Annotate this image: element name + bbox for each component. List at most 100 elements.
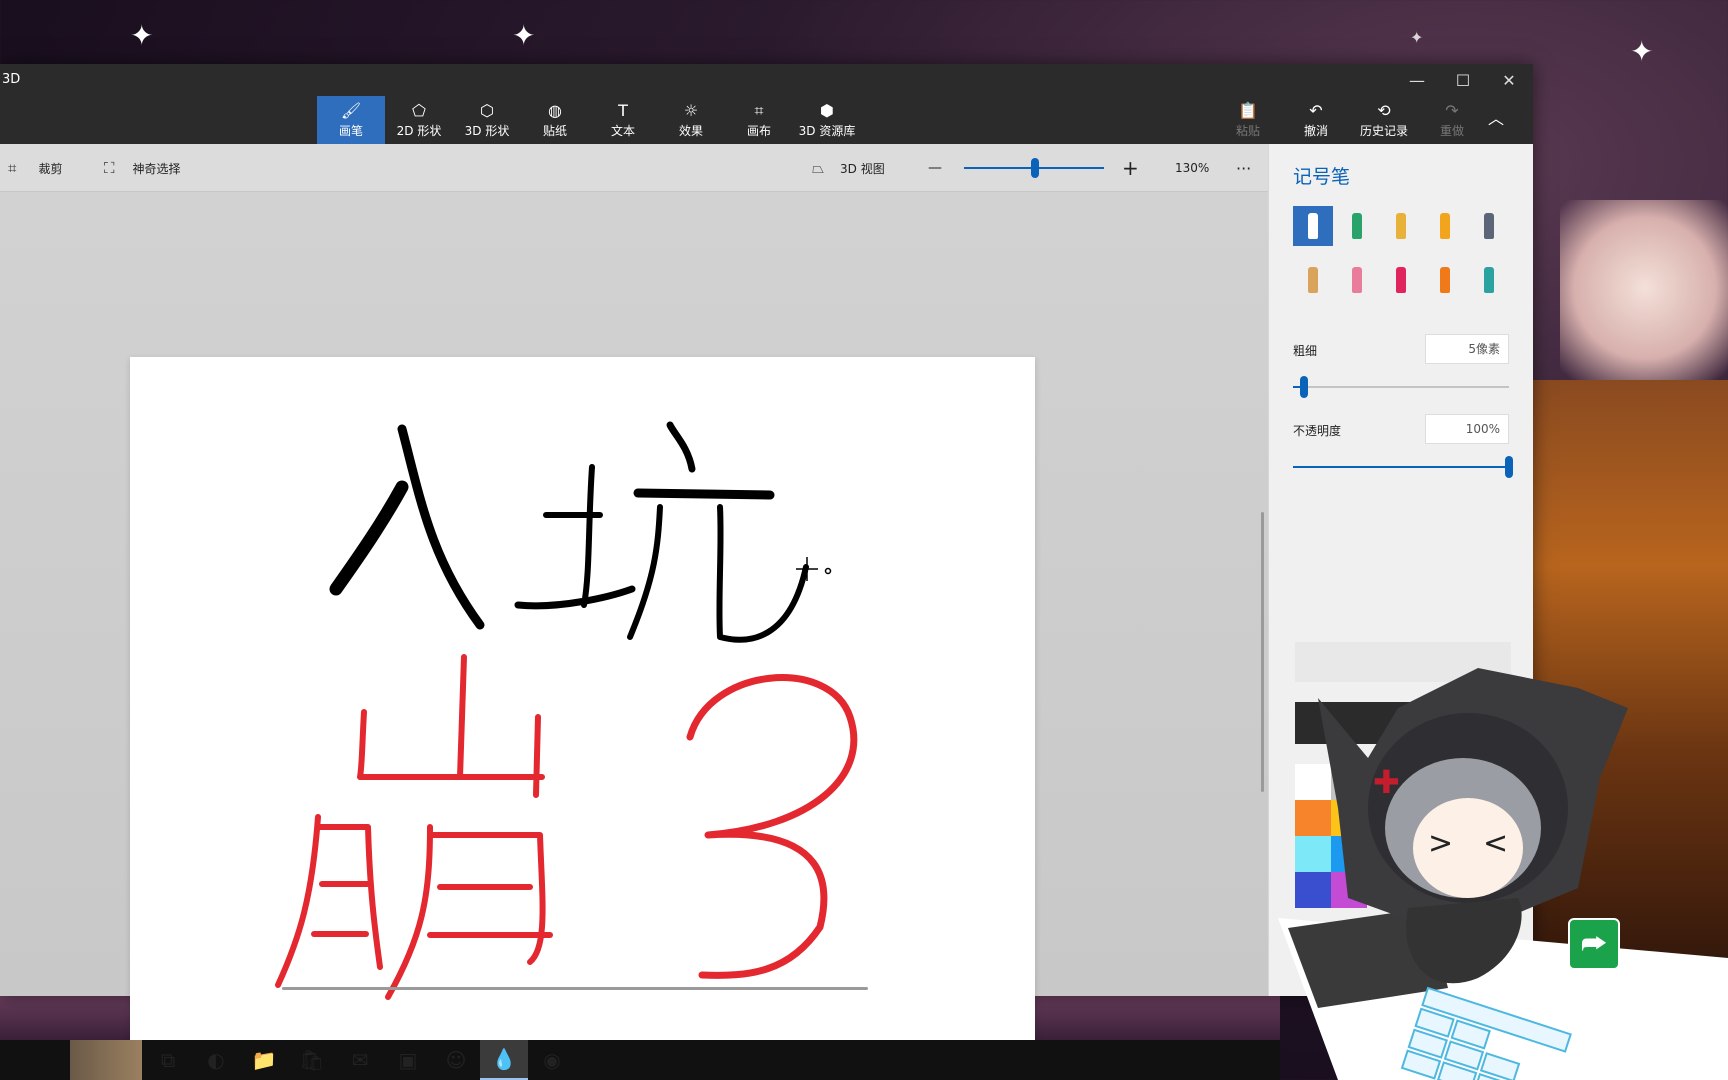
eraser-brush-button[interactable] bbox=[1337, 260, 1377, 300]
tab-label: 文本 bbox=[610, 123, 635, 138]
marker-brush-button[interactable] bbox=[1293, 206, 1333, 246]
netease-music-icon[interactable]: ◉ bbox=[528, 1040, 576, 1080]
stroke-beng-5 bbox=[385, 824, 433, 1000]
3d-view-label: 3D 视图 bbox=[840, 161, 885, 176]
zoom-value: 130% bbox=[1175, 161, 1210, 175]
tab-label: 3D 形状 bbox=[464, 123, 510, 138]
star-icon: ✦ bbox=[1410, 28, 1424, 47]
minimize-button[interactable]: — bbox=[1394, 64, 1440, 96]
undo-icon: ↶ bbox=[1309, 100, 1323, 120]
paint-3d-icon[interactable]: 💧 bbox=[480, 1040, 528, 1080]
tab-canvas[interactable]: ⌗ 画布 bbox=[725, 96, 793, 144]
paste-icon: 📋 bbox=[1238, 100, 1258, 120]
stroke-shan-1 bbox=[457, 654, 467, 780]
tab-brush[interactable]: 🖌 画笔 bbox=[317, 96, 385, 144]
more-options-button[interactable]: ··· bbox=[1236, 144, 1251, 192]
drawing-canvas[interactable] bbox=[130, 357, 1035, 1080]
task-view-icon[interactable]: ⧉ bbox=[144, 1040, 192, 1080]
tab-2d-shapes[interactable]: ⬠ 2D 形状 bbox=[385, 96, 453, 144]
opacity-slider-thumb[interactable] bbox=[1505, 456, 1513, 478]
tab-label: 2D 形状 bbox=[396, 123, 442, 138]
app-title: 3D bbox=[2, 72, 21, 87]
pencil-brush-button[interactable] bbox=[1293, 260, 1333, 300]
zoom-in-button[interactable]: + bbox=[1122, 144, 1139, 192]
tab-3d-library[interactable]: ⬢ 3D 资源库 bbox=[793, 96, 861, 144]
spray-can-brush-button[interactable] bbox=[1425, 260, 1465, 300]
history-button[interactable]: ⟲ 历史记录 bbox=[1350, 96, 1418, 144]
calligraphy-pen-brush-button[interactable] bbox=[1337, 206, 1377, 246]
tab-label: 贴纸 bbox=[542, 123, 567, 138]
maximize-button[interactable]: ☐ bbox=[1440, 64, 1486, 96]
tab-text[interactable]: T 文本 bbox=[589, 96, 657, 144]
star-icon: ✦ bbox=[1630, 35, 1654, 68]
tab-label: 画笔 bbox=[338, 123, 363, 138]
2d-shapes-icon: ⬠ bbox=[412, 100, 426, 120]
horizontal-scrollbar[interactable] bbox=[282, 987, 868, 990]
stroke-keng-1 bbox=[666, 421, 696, 473]
tab-effects[interactable]: ☼ 效果 bbox=[657, 96, 725, 144]
3d-view-button[interactable]: ⏢ 3D 视图 bbox=[812, 144, 885, 192]
spray-can-brush-icon bbox=[1440, 267, 1450, 293]
crop-button[interactable]: ⌗ 裁剪 bbox=[8, 144, 62, 192]
chevron-up-icon: ︿ bbox=[1487, 109, 1504, 128]
stroke-keng-6 bbox=[627, 504, 663, 640]
calligraphy-pen-brush-icon bbox=[1352, 213, 1362, 239]
thickness-label: 粗细 bbox=[1293, 344, 1318, 358]
canvas-icon: ⌗ bbox=[754, 100, 764, 120]
magic-select-icon: ⛶ bbox=[104, 159, 115, 177]
tab-sticker[interactable]: ◍ 贴纸 bbox=[521, 96, 589, 144]
undo-button[interactable]: ↶ 撤消 bbox=[1282, 96, 1350, 144]
app-icon[interactable]: ▣ bbox=[384, 1040, 432, 1080]
svg-text:✚: ✚ bbox=[1373, 763, 1400, 801]
opacity-input[interactable]: 100% bbox=[1425, 414, 1509, 444]
3d-shapes-icon: ⬡ bbox=[480, 100, 494, 120]
star-icon: ✦ bbox=[512, 19, 536, 52]
collapse-ribbon-button[interactable]: ︿ bbox=[1476, 96, 1516, 144]
fill-bucket-brush-icon bbox=[1484, 267, 1494, 293]
store-icon[interactable]: 🛍 bbox=[288, 1040, 336, 1080]
crayon-brush-icon bbox=[1396, 267, 1406, 293]
stroke-keng-3 bbox=[581, 464, 595, 608]
mail-icon[interactable]: ✉ bbox=[336, 1040, 384, 1080]
magic-select-button[interactable]: ⛶ 神奇选择 bbox=[104, 144, 181, 192]
paste-button[interactable]: 📋 粘贴 bbox=[1214, 96, 1282, 144]
text-icon: T bbox=[618, 100, 628, 120]
zoom-slider-thumb[interactable] bbox=[1031, 158, 1039, 178]
thickness-input[interactable]: 5像素 bbox=[1425, 334, 1509, 364]
stroke-shan-2 bbox=[357, 709, 545, 780]
cat-girl-sticker: > < ✚ bbox=[1278, 668, 1728, 1080]
avatar-app-icon[interactable]: ☺ bbox=[432, 1040, 480, 1080]
thickness-slider-thumb[interactable] bbox=[1299, 376, 1308, 398]
close-button[interactable]: ✕ bbox=[1486, 64, 1532, 96]
taskbar: ⧉ ◐ 📁 🛍 ✉ ▣ ☺ 💧 ◉ bbox=[0, 1040, 1280, 1080]
fill-bucket-brush-button[interactable] bbox=[1469, 260, 1509, 300]
search-box-decoration[interactable] bbox=[70, 1040, 142, 1080]
toolbar-label: 粘贴 bbox=[1235, 123, 1260, 138]
stroke-beng-1 bbox=[275, 814, 321, 988]
crop-icon: ⌗ bbox=[8, 159, 17, 177]
stroke-three bbox=[686, 674, 858, 979]
tab-3d-shapes[interactable]: ⬡ 3D 形状 bbox=[453, 96, 521, 144]
toolbar-label: 历史记录 bbox=[1359, 123, 1408, 138]
file-explorer-icon[interactable]: 📁 bbox=[240, 1040, 288, 1080]
stroke-beng-2 bbox=[315, 824, 383, 970]
title-bar: 3D — ☐ ✕ 🖌 画笔 ⬠ 2D 形状 ⬡ 3D 形状 ◍ 贴纸 T 文本 ☼ 效果 ⌗ 画布 ⬢ 3D … bbox=[0, 64, 1533, 144]
workspace[interactable] bbox=[0, 192, 1268, 1080]
pixel-pen-brush-button[interactable] bbox=[1469, 206, 1509, 246]
history-icon: ⟲ bbox=[1377, 100, 1391, 120]
crayon-brush-button[interactable] bbox=[1381, 260, 1421, 300]
sub-toolbar: ⌗ 裁剪 ⛶ 神奇选择 ⏢ 3D 视图 — + 130% ··· bbox=[0, 144, 1268, 192]
watercolor-brush-button[interactable] bbox=[1425, 206, 1465, 246]
crop-label: 裁剪 bbox=[38, 161, 63, 176]
safe-exit-label: 安全通道 bbox=[1566, 972, 1615, 986]
pixel-pen-brush-icon bbox=[1484, 213, 1494, 239]
oil-brush-button[interactable] bbox=[1381, 206, 1421, 246]
zoom-out-button[interactable]: — bbox=[928, 144, 942, 192]
vertical-scrollbar[interactable] bbox=[1261, 512, 1264, 792]
edge-icon[interactable]: ◐ bbox=[192, 1040, 240, 1080]
effects-icon: ☼ bbox=[683, 100, 699, 120]
thickness-slider-track[interactable] bbox=[1293, 386, 1509, 388]
panel-title: 记号笔 bbox=[1293, 166, 1351, 188]
exit-sign-icon: ⮫ bbox=[1568, 918, 1620, 970]
3d-library-icon: ⬢ bbox=[820, 100, 834, 120]
